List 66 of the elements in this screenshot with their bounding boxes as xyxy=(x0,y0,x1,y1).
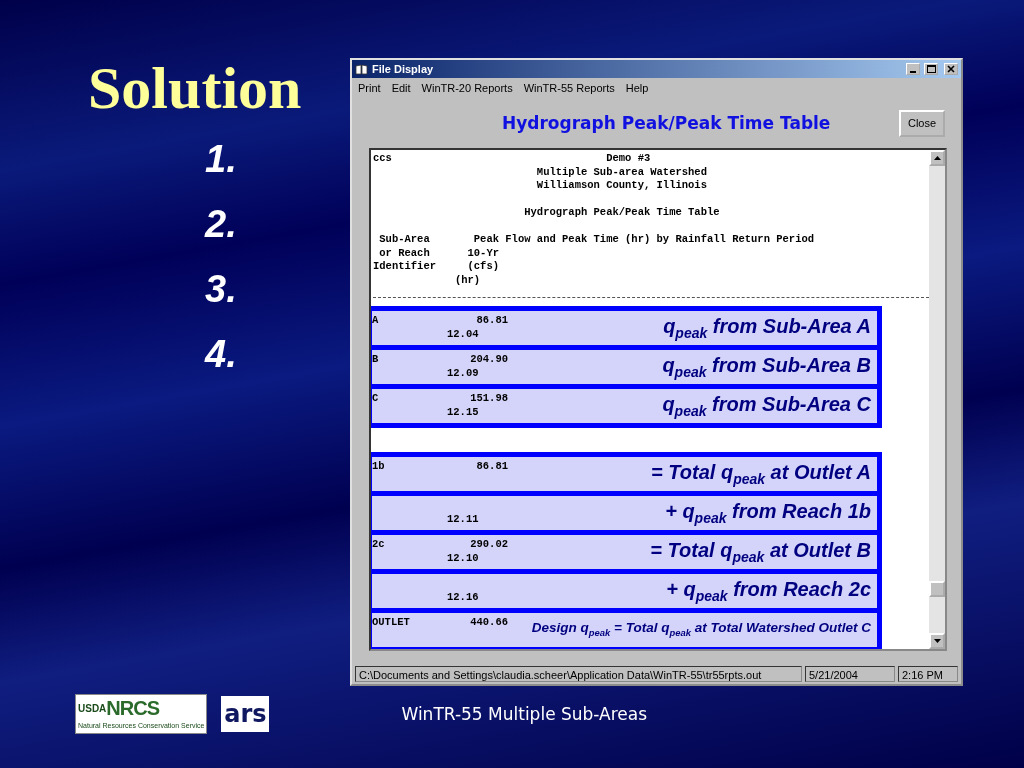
close-x-icon xyxy=(947,65,955,73)
scroll-thumb[interactable] xyxy=(929,581,945,597)
maximize-button[interactable] xyxy=(924,63,938,75)
status-panel: 2:16 PM xyxy=(898,666,958,682)
slide-title: Solution xyxy=(88,58,302,118)
report-line: (hr) xyxy=(453,273,482,287)
report-line: or Reach 10-Yr xyxy=(378,246,501,260)
identifier-cell-text: 2c xyxy=(372,537,386,552)
callout-text: = Total q$_{peak}$ at Outlet B xyxy=(649,537,872,567)
report-line: ccs Demo #3 xyxy=(373,152,652,166)
callout-text: q$_{peak}$ from Sub-Area A xyxy=(662,313,872,343)
ars-logo: ars xyxy=(221,696,270,732)
maximize-icon xyxy=(926,65,936,73)
peak-flow-cell-text: 290.02 xyxy=(469,537,508,552)
report-line: Williamson County, Illinois xyxy=(535,179,708,193)
callout-text: Design q$_{peak}$ = Total q$_{peak}$ at Total Watershed Outlet C xyxy=(530,618,872,640)
step-number: 3. xyxy=(205,268,237,311)
scroll-up-button[interactable] xyxy=(929,150,945,166)
callout-text: q$_{peak}$ from Sub-Area C xyxy=(661,391,872,421)
slide-footer: WinTR-55 Multiple Sub-Areas xyxy=(401,704,648,724)
report-line: Hydrograph Peak/Peak Time Table xyxy=(523,206,721,220)
callout-text: q$_{peak}$ from Sub-Area B xyxy=(661,352,872,382)
callout-text: = Total q$_{peak}$ at Outlet A xyxy=(650,459,872,489)
up-arrow-icon xyxy=(933,156,941,160)
close-button[interactable]: Close xyxy=(899,109,945,137)
logo-text: NRCS xyxy=(106,696,161,720)
minimize-button[interactable] xyxy=(906,63,920,75)
report-line: Identifier (cfs) xyxy=(373,260,501,274)
scrollbar[interactable] xyxy=(929,150,945,649)
peak-flow-cell-text: 204.90 xyxy=(469,352,508,367)
report-line: Sub-Area Peak Flow and Peak Time (hr) by Rainfall Return Period xyxy=(378,233,816,247)
menu-item[interactable]: Edit xyxy=(391,82,411,94)
peak-flow-cell-text: 86.81 xyxy=(475,459,508,474)
menu-item[interactable]: WinTR-55 Reports xyxy=(523,82,615,94)
status-panel: 5/21/2004 xyxy=(805,666,895,682)
peak-time-cell-text: 12.16 xyxy=(446,590,480,605)
peak-flow-cell-text: 440.66 xyxy=(469,615,508,630)
identifier-cell-text: C xyxy=(372,391,380,406)
menu-item[interactable]: WinTR-20 Reports xyxy=(421,82,513,94)
window-title: File Display xyxy=(372,63,435,75)
close-icon[interactable] xyxy=(944,63,958,75)
identifier-cell-text: 1b xyxy=(372,459,386,474)
report-heading: Hydrograph Peak/Peak Time Table xyxy=(502,113,832,133)
scroll-down-button[interactable] xyxy=(929,633,945,649)
callout-text: + q$_{peak}$ from Reach 1b xyxy=(664,498,872,528)
status-panel: C:\Documents and Settings\claudia.scheer\Application Data\WinTR-55\tr55rpts.out xyxy=(355,666,802,682)
book-icon xyxy=(355,63,368,75)
peak-time-cell-text: 12.09 xyxy=(446,366,480,381)
identifier-cell-text: OUTLET xyxy=(372,615,411,630)
menu-item[interactable]: Help xyxy=(625,82,649,94)
peak-flow-cell-text: 86.81 xyxy=(475,313,508,328)
logo-text: USDA xyxy=(78,702,107,714)
report-line: Multiple Sub-area Watershed xyxy=(535,165,708,179)
peak-time-cell-text: 12.11 xyxy=(446,512,480,527)
step-number: 1. xyxy=(205,138,237,181)
callout-text: + q$_{peak}$ from Reach 2c xyxy=(665,576,872,606)
peak-time-cell-text: 12.15 xyxy=(446,405,480,420)
down-arrow-icon xyxy=(933,639,941,643)
peak-flow-cell-text: 151.98 xyxy=(469,391,508,406)
identifier-cell-text: B xyxy=(372,352,380,367)
menu-item[interactable]: Print xyxy=(358,82,381,94)
peak-time-cell-text: 12.10 xyxy=(446,551,480,566)
peak-time-cell-text: 12.04 xyxy=(446,327,480,342)
identifier-cell-text: A xyxy=(372,313,380,328)
step-number: 2. xyxy=(205,203,237,246)
step-number: 4. xyxy=(205,333,237,376)
